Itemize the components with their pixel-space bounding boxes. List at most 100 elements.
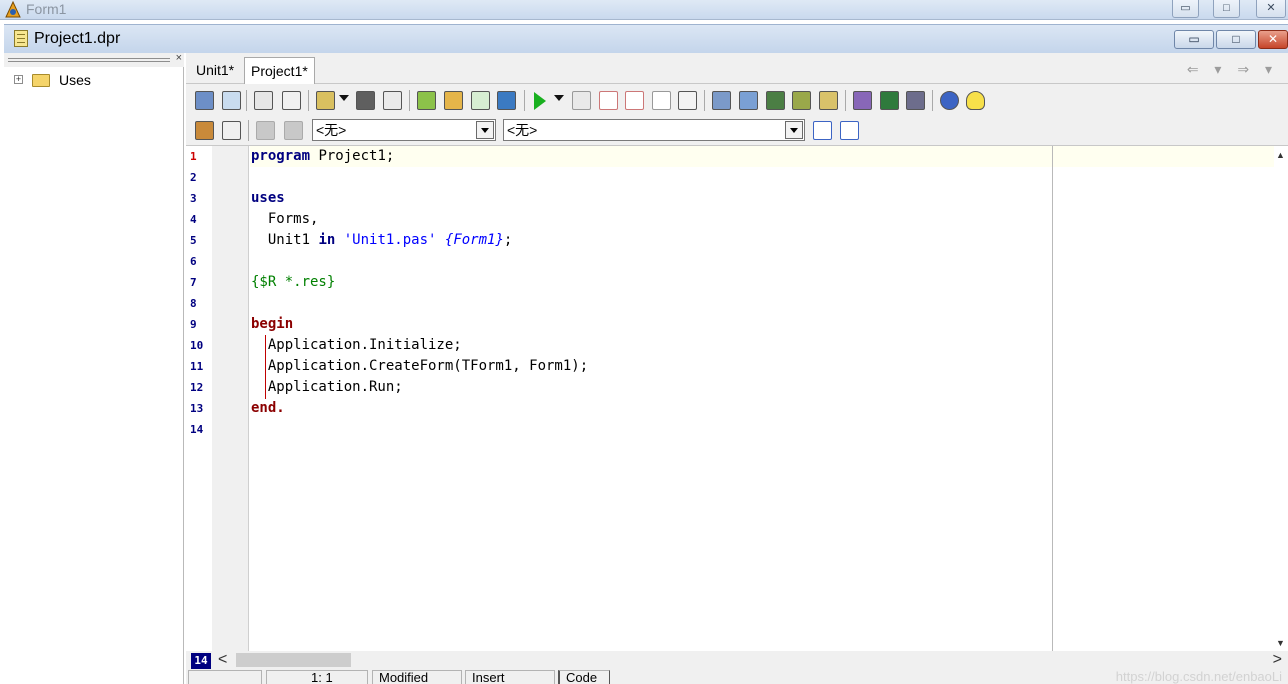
chevron-down-icon[interactable]	[339, 95, 349, 101]
code-editor[interactable]: 1 2 3 4 5 6 7 8 9 10 11 12 13 14 program Project1; use…	[186, 145, 1288, 652]
save-all-icon[interactable]	[383, 91, 402, 110]
watermark: https://blog.csdn.net/enbaoLi	[1115, 669, 1282, 684]
code-explorer-grip[interactable]: ×	[4, 53, 184, 67]
breakpoint-gutter[interactable]	[212, 146, 249, 652]
code-line[interactable]: {$R *.res}	[251, 272, 335, 293]
navigation-arrows[interactable]: ⇐ ▾ ⇒ ▾	[1187, 61, 1278, 78]
code-line[interactable]: Application.CreateForm(TForm1, Form1);	[251, 356, 588, 377]
editor-close-button[interactable]: ✕	[1258, 30, 1288, 49]
checklist-icon[interactable]	[471, 91, 490, 110]
numbers-icon[interactable]	[880, 91, 899, 110]
install-package-icon[interactable]	[766, 91, 785, 110]
document-icon	[14, 30, 28, 47]
chevron-down-icon[interactable]	[785, 121, 803, 139]
delphi-app-icon	[5, 1, 21, 18]
code-line[interactable]: end.	[251, 398, 285, 419]
code-line[interactable]: Unit1 in 'Unit1.pas' {Form1};	[251, 230, 513, 251]
tip-lightbulb-icon[interactable]	[966, 91, 985, 110]
code-toolbar: <无> <无>	[186, 115, 1288, 145]
find-icon[interactable]	[819, 91, 838, 110]
edit-icon[interactable]	[739, 91, 758, 110]
tools-icon[interactable]	[792, 91, 811, 110]
tab-code-view[interactable]: Code	[558, 670, 610, 684]
app-minimize-button[interactable]: ▭	[1172, 0, 1199, 18]
interface-icon[interactable]	[256, 121, 275, 140]
step-over-icon[interactable]	[625, 91, 644, 110]
line-number: 2	[190, 171, 197, 184]
tab-project1[interactable]: Project1*	[244, 57, 315, 84]
horizontal-scrollbar[interactable]: 14 < >	[186, 651, 1288, 669]
run-icon[interactable]	[534, 92, 546, 110]
editor-tabs: Unit1* Project1* ⇐ ▾ ⇒ ▾	[186, 53, 1288, 84]
help-icon[interactable]	[940, 91, 959, 110]
chevron-down-icon[interactable]	[476, 121, 494, 139]
code-token: end.	[251, 400, 285, 416]
view-unit-icon[interactable]	[222, 91, 241, 110]
align-left-icon[interactable]	[813, 121, 832, 140]
editor-maximize-button[interactable]: □	[1216, 30, 1256, 49]
code-line[interactable]: Application.Initialize;	[251, 335, 462, 356]
translate-icon[interactable]	[853, 91, 872, 110]
line-number: 4	[190, 213, 197, 226]
line-number: 13	[190, 402, 204, 415]
line-number: 7	[190, 276, 197, 289]
scrollbar-thumb[interactable]	[236, 653, 351, 667]
tree-item-uses[interactable]: Uses	[59, 72, 91, 88]
chevron-down-icon[interactable]	[554, 95, 564, 101]
tree-expand-icon[interactable]: +	[14, 75, 23, 84]
line-number: 3	[190, 192, 197, 205]
app-title-bar: Form1 ▭ □ ✕	[0, 0, 1288, 20]
method-combo[interactable]: <无>	[503, 119, 805, 141]
cursor-position: 1: 1	[266, 670, 368, 684]
line-number: 12	[190, 381, 204, 394]
code-token: in	[318, 232, 336, 248]
add-to-project-icon[interactable]	[417, 91, 436, 110]
project-options-icon[interactable]	[497, 91, 516, 110]
align-center-icon[interactable]	[840, 121, 859, 140]
line-number: 11	[190, 360, 204, 373]
code-token: program	[251, 148, 311, 164]
settings-icon[interactable]	[906, 91, 925, 110]
app-title: Form1	[26, 1, 67, 17]
implementation-icon[interactable]	[284, 121, 303, 140]
remove-from-project-icon[interactable]	[444, 91, 463, 110]
save-icon[interactable]	[356, 91, 375, 110]
code-line[interactable]: begin	[251, 314, 293, 335]
editor-area: Unit1* Project1* ⇐ ▾ ⇒ ▾ <无> <无> 1 2 3 4…	[186, 53, 1288, 684]
code-token: {$R *.res}	[251, 274, 336, 290]
code-token: Unit1	[251, 232, 319, 248]
line-number: 8	[190, 297, 197, 310]
code-line[interactable]: Forms,	[251, 209, 319, 230]
class-combo[interactable]: <无>	[312, 119, 496, 141]
code-line[interactable]: Application.Run;	[251, 377, 403, 398]
code-token: begin	[251, 316, 294, 332]
new-item-icon[interactable]	[282, 91, 301, 110]
code-line[interactable]: uses	[251, 188, 285, 209]
component-palette-icon[interactable]	[712, 91, 731, 110]
scroll-right-icon[interactable]: >	[1273, 651, 1282, 669]
trace-icon[interactable]	[652, 91, 671, 110]
new-window-icon[interactable]	[222, 121, 241, 140]
line-position-badge: 14	[191, 653, 211, 669]
class-combo-value: <无>	[316, 122, 347, 138]
code-line[interactable]: program Project1;	[251, 146, 394, 167]
code-token: Project1;	[310, 148, 395, 164]
code-token: Application.Initialize;	[251, 337, 462, 353]
class-explorer-icon[interactable]	[195, 121, 214, 140]
app-maximize-button[interactable]: □	[1213, 0, 1240, 18]
pause-icon[interactable]	[572, 91, 591, 110]
run-to-cursor-icon[interactable]	[678, 91, 697, 110]
tab-unit1[interactable]: Unit1*	[190, 57, 240, 84]
line-number: 10	[190, 339, 204, 352]
app-close-button[interactable]: ✕	[1256, 0, 1286, 18]
vertical-scrollbar[interactable]: ▲ ▼	[1274, 146, 1288, 652]
close-icon[interactable]: ×	[176, 53, 182, 64]
new-form-icon[interactable]	[254, 91, 273, 110]
scroll-left-icon[interactable]: <	[218, 651, 227, 669]
editor-minimize-button[interactable]: ▭	[1174, 30, 1214, 49]
toggle-form-icon[interactable]	[195, 91, 214, 110]
step-into-icon[interactable]	[599, 91, 618, 110]
code-explorer-panel: × + Uses	[4, 53, 184, 684]
open-project-icon[interactable]	[316, 91, 335, 110]
